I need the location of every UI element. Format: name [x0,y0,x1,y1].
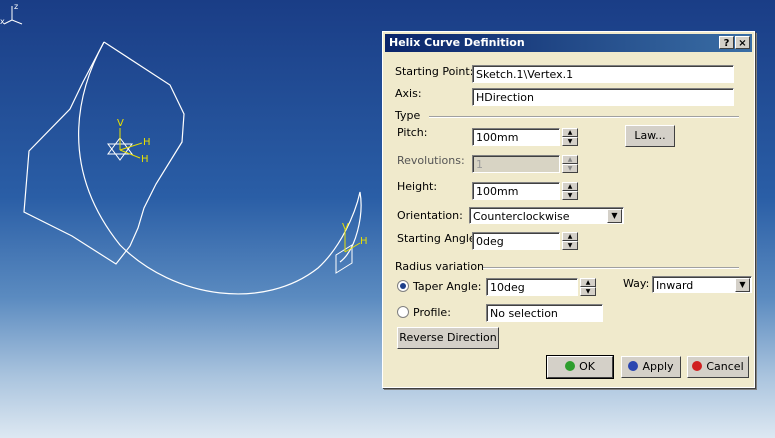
chevron-down-icon[interactable]: ▼ [607,209,622,223]
axis-h-label: H [143,137,151,148]
starting-point-field[interactable]: Sketch.1\Vertex.1 [472,65,734,83]
dialog-title: Helix Curve Definition [389,36,525,49]
way-dropdown[interactable]: Inward ▼ [652,276,752,293]
helix-curve[interactable] [78,41,362,295]
ok-icon [565,361,576,371]
spin-up-icon[interactable]: ▲ [580,278,596,287]
triad-x-label: x [0,17,5,26]
axis-h2-label: H [141,154,149,165]
compass-triad-icon[interactable]: z x [0,0,26,26]
type-group-label: Type [395,109,421,122]
cancel-label: Cancel [706,360,744,373]
height-spinner[interactable]: ▲ ▼ [562,182,578,200]
height-label: Height: [397,180,438,193]
spin-down-icon[interactable]: ▼ [562,137,578,146]
axis2-h-label: H [360,236,368,247]
axis-field[interactable]: HDirection [472,88,734,106]
way-value: Inward [656,279,694,292]
spin-up-icon[interactable]: ▲ [562,232,578,241]
height-field[interactable]: 100mm [472,182,560,200]
cancel-icon [692,361,703,371]
axis-system-1: V H H [107,118,151,165]
pitch-spinner[interactable]: ▲ ▼ [562,128,578,146]
law-button[interactable]: Law... [625,125,675,147]
axis-v-label: V [117,118,124,129]
revolutions-field: 1 [472,155,560,173]
profile-field[interactable]: No selection [486,304,603,322]
chevron-down-icon[interactable]: ▼ [735,278,750,292]
pitch-label: Pitch: [397,126,428,139]
starting-point-label: Starting Point: [395,65,474,78]
spin-down-icon[interactable]: ▼ [562,241,578,250]
radius-variation-group-label: Radius variation [395,260,485,273]
dialog-title-bar[interactable]: Helix Curve Definition ? × [385,34,752,52]
apply-button[interactable]: Apply [621,356,681,378]
cancel-button[interactable]: Cancel [687,356,749,378]
spin-down-icon[interactable]: ▼ [562,191,578,200]
orientation-dropdown[interactable]: Counterclockwise ▼ [469,207,624,224]
orientation-value: Counterclockwise [473,210,570,223]
starting-angle-spinner[interactable]: ▲ ▼ [562,232,578,250]
taper-angle-spinner[interactable]: ▲ ▼ [580,278,596,296]
reverse-direction-button[interactable]: Reverse Direction [397,327,499,349]
close-button[interactable]: × [735,36,750,49]
radius-separator [483,267,739,269]
axis-system-2: V H [335,222,368,274]
pitch-field[interactable]: 100mm [472,128,560,146]
triad-z-label: z [14,2,18,11]
profile-label: Profile: [413,306,451,319]
ok-button[interactable]: OK [546,355,614,379]
revolutions-label: Revolutions: [397,154,465,167]
taper-angle-label: Taper Angle: [413,280,482,293]
orientation-label: Orientation: [397,209,463,222]
taper-angle-field[interactable]: 10deg [486,278,578,296]
spin-down-icon[interactable]: ▼ [580,287,596,296]
starting-angle-label: Starting Angle: [397,232,480,245]
profile-radio[interactable] [397,306,409,318]
helix-curve-dialog: Helix Curve Definition ? × Starting Poin… [382,31,755,388]
type-separator [429,116,739,118]
spin-up-icon[interactable]: ▲ [562,128,578,137]
axis2-v-label: V [342,222,349,233]
sketch-profile[interactable] [23,41,185,265]
way-label: Way: [623,277,650,290]
help-button[interactable]: ? [719,36,734,49]
starting-angle-field[interactable]: 0deg [472,232,560,250]
spin-down-icon: ▼ [562,164,578,173]
apply-icon [628,361,639,371]
spin-up-icon: ▲ [562,155,578,164]
apply-label: Apply [642,360,674,373]
revolutions-spinner: ▲ ▼ [562,155,578,173]
ok-label: OK [579,360,595,373]
spin-up-icon[interactable]: ▲ [562,182,578,191]
taper-angle-radio[interactable] [397,280,409,292]
axis-label: Axis: [395,87,422,100]
